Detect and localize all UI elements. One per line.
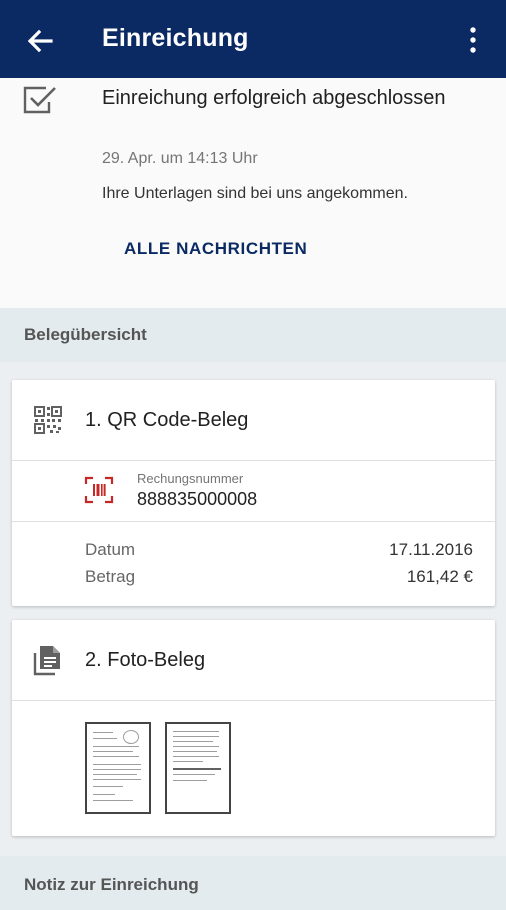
section-label: Notiz zur Einreichung xyxy=(24,875,199,894)
card-header: 2. Foto-Beleg xyxy=(12,620,495,701)
amount-value: 161,42 € xyxy=(406,567,473,586)
qr-receipt-card[interactable]: 1. QR Code-Beleg Rechungsnummer 88883500… xyxy=(12,380,495,606)
app-bar: Einreichung xyxy=(0,0,506,78)
invoice-number-value: 888835000008 xyxy=(137,489,258,509)
status-panel: Einreichung erfolgreich abgeschlossen 29… xyxy=(0,78,506,308)
qr-code-icon xyxy=(34,406,62,434)
document-copy-icon xyxy=(33,646,60,676)
invoice-number-label: Rechungsnummer xyxy=(137,471,244,486)
photo-receipt-card[interactable]: 2. Foto-Beleg xyxy=(12,620,495,836)
date-label: Datum xyxy=(85,540,136,559)
date-row: Datum 17.11.2016 xyxy=(85,540,473,560)
section-header-receipts: Belegübersicht xyxy=(0,308,506,362)
page-title: Einreichung xyxy=(102,24,249,52)
status-time: 29. Apr. um 14:13 Uhr xyxy=(102,150,258,167)
amount-label: Betrag xyxy=(85,567,136,586)
section-label: Belegübersicht xyxy=(24,325,147,344)
card-title: 1. QR Code-Beleg xyxy=(85,409,249,431)
receipt-photo-thumbnail[interactable] xyxy=(165,722,231,814)
amount-row: Betrag 161,42 € xyxy=(85,567,473,587)
card-title: 2. Foto-Beleg xyxy=(85,649,206,671)
date-value: 17.11.2016 xyxy=(389,540,473,559)
invoice-number-row: Rechungsnummer 888835000008 xyxy=(12,461,495,522)
status-message: Ihre Unterlagen sind bei uns angekommen. xyxy=(102,185,408,202)
section-header-note: Notiz zur Einreichung xyxy=(0,856,506,910)
checkbox-done-icon xyxy=(23,86,56,114)
receipt-photo-thumbnail[interactable] xyxy=(85,722,151,814)
status-headline: Einreichung erfolgreich abgeschlossen xyxy=(102,87,446,109)
arrow-left-icon[interactable] xyxy=(24,25,56,57)
all-messages-button[interactable]: ALLE NACHRICHTEN xyxy=(124,239,307,259)
barcode-scan-icon xyxy=(84,476,114,504)
card-header: 1. QR Code-Beleg xyxy=(12,380,495,461)
more-vert-icon[interactable] xyxy=(462,25,484,55)
